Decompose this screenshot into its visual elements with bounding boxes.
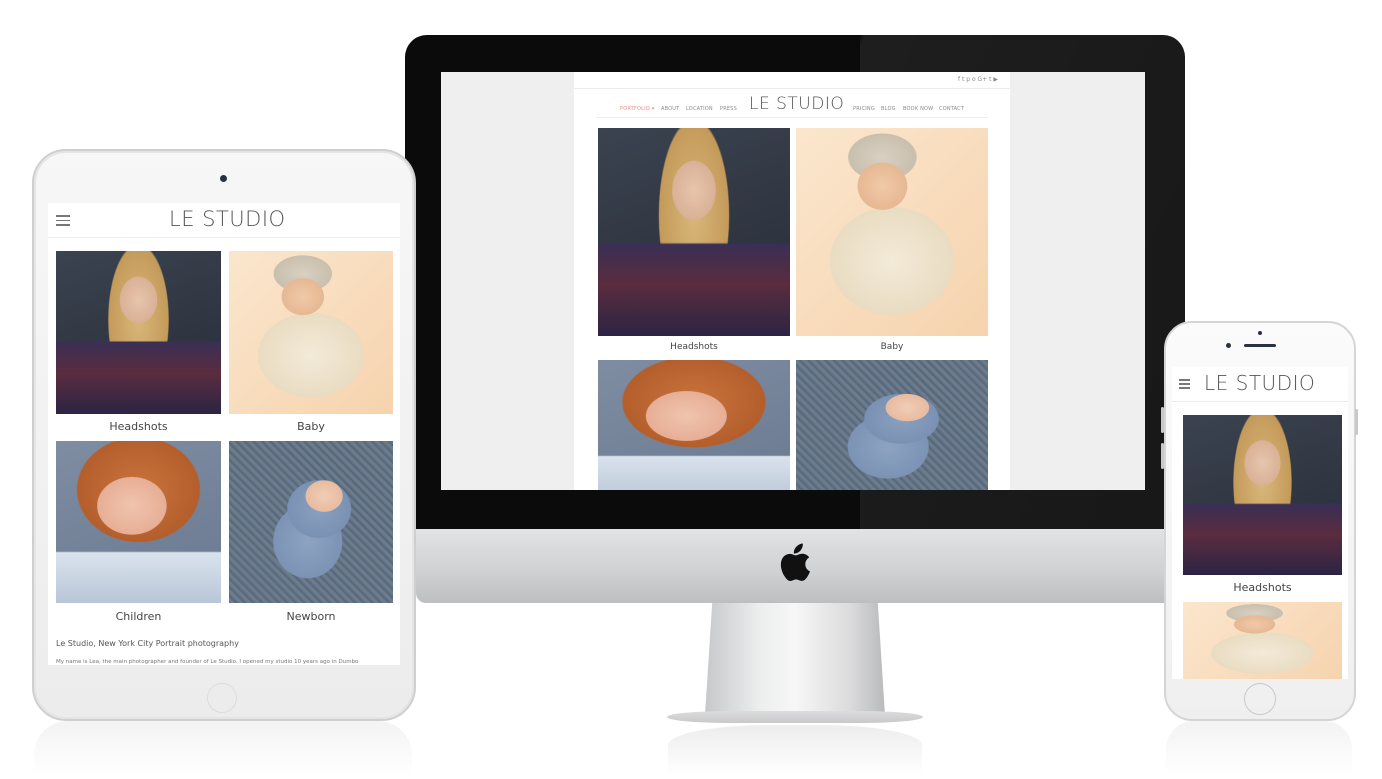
gallery-photo-headshots[interactable]: [56, 251, 221, 414]
gallery-caption-headshots[interactable]: Headshots: [56, 420, 221, 433]
desktop-top-bar: f t p o G+ t ▶: [574, 72, 1010, 89]
phone-header-divider: [1172, 401, 1348, 402]
gallery-caption-baby[interactable]: Baby: [796, 342, 988, 352]
nav-press[interactable]: PRESS: [720, 106, 737, 112]
iphone-reflection: [1166, 721, 1352, 775]
nav-book-now[interactable]: BOOK NOW: [903, 106, 933, 112]
iphone-sensor: [1258, 331, 1262, 335]
gallery-caption-newborn[interactable]: Newborn: [229, 610, 393, 623]
iphone-side-button: [1161, 407, 1164, 433]
nav-pricing[interactable]: PRICING: [853, 106, 875, 112]
ipad-device: LE STUDIO Headshots Baby Children Newbor…: [32, 149, 416, 721]
gallery-photo-newborn[interactable]: [796, 360, 988, 490]
nav-contact[interactable]: CONTACT: [939, 106, 964, 112]
iphone-device: LE STUDIO Headshots: [1161, 321, 1358, 721]
gallery-photo-baby[interactable]: [796, 128, 988, 336]
tablet-intro-text: My name is Lea, the main photographer an…: [56, 659, 359, 665]
gallery-caption-headshots[interactable]: Headshots: [598, 342, 790, 352]
iphone-home-button[interactable]: [1244, 683, 1276, 715]
imac-chin: [416, 529, 1174, 603]
nav-portfolio[interactable]: PORTFOLIO ▾: [620, 106, 654, 112]
imac-device: f t p o G+ t ▶ PORTFOLIO ▾ ABOUT LOCATIO…: [405, 35, 1185, 725]
gallery-photo-newborn[interactable]: [229, 441, 393, 603]
imac-stand: [705, 603, 885, 715]
tablet-header-divider: [48, 237, 400, 238]
gallery-photo-children[interactable]: [598, 360, 790, 490]
ipad-camera: [220, 175, 227, 182]
gallery-photo-baby[interactable]: [229, 251, 393, 414]
phone-logo[interactable]: LE STUDIO: [1204, 371, 1315, 395]
ipad-reflection: [34, 721, 412, 775]
iphone-speaker: [1244, 344, 1276, 347]
menu-icon[interactable]: [56, 215, 70, 229]
apple-logo-icon: [780, 543, 810, 582]
gallery-caption-children[interactable]: Children: [56, 610, 221, 623]
gallery-caption-headshots[interactable]: Headshots: [1183, 581, 1342, 594]
gallery-caption-baby[interactable]: Baby: [229, 420, 393, 433]
nav-about[interactable]: ABOUT: [661, 106, 679, 112]
desktop-page: f t p o G+ t ▶ PORTFOLIO ▾ ABOUT LOCATIO…: [574, 72, 1010, 490]
iphone-front-camera: [1226, 343, 1231, 348]
nav-location[interactable]: LOCATION: [686, 106, 713, 112]
ipad-home-button[interactable]: [207, 683, 237, 713]
imac-base: [667, 711, 923, 723]
iphone-side-button-3: [1355, 409, 1358, 435]
ipad-screen: LE STUDIO Headshots Baby Children Newbor…: [48, 203, 400, 665]
iphone-screen: LE STUDIO Headshots: [1172, 367, 1348, 679]
gallery-photo-baby[interactable]: [1183, 602, 1342, 679]
tablet-intro-heading: Le Studio, New York City Portrait photog…: [56, 639, 239, 648]
iphone-side-button-2: [1161, 443, 1164, 469]
desktop-logo[interactable]: LE STUDIO: [749, 94, 844, 114]
gallery-photo-children[interactable]: [56, 441, 221, 603]
nav-blog[interactable]: BLOG: [881, 106, 896, 112]
menu-icon[interactable]: [1179, 379, 1190, 392]
nav-divider: [596, 117, 988, 118]
imac-screen: f t p o G+ t ▶ PORTFOLIO ▾ ABOUT LOCATIO…: [441, 72, 1145, 490]
social-icons[interactable]: f t p o G+ t ▶: [958, 76, 998, 83]
tablet-logo[interactable]: LE STUDIO: [169, 207, 286, 231]
gallery-photo-headshots[interactable]: [1183, 415, 1342, 575]
gallery-photo-headshots[interactable]: [598, 128, 790, 336]
imac-reflection: [668, 725, 922, 775]
